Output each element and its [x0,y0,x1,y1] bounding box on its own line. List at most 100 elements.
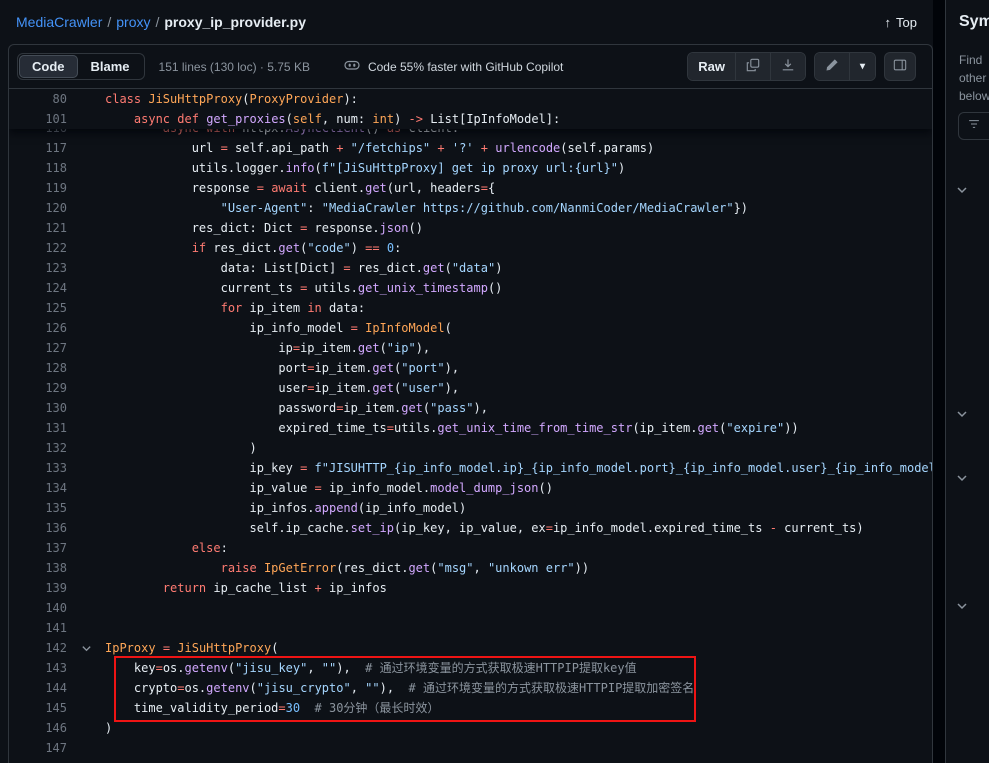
chevron-down-icon [956,599,968,617]
fold-gutter [67,178,105,198]
file-meta: 151 lines (130 loc) · 5.75 KB [159,60,310,74]
edit-button[interactable] [815,53,849,80]
line-number[interactable]: 121 [9,218,67,238]
line-number[interactable]: 142 [9,638,67,658]
chevron-down-icon [956,407,968,425]
line-number[interactable]: 143 [9,658,67,678]
fold-gutter [67,258,105,278]
tab-code[interactable]: Code [19,55,78,78]
code-line: 122 if res_dict.get("code") == 0: [9,238,932,258]
breadcrumb-repo-link[interactable]: MediaCrawler [16,14,102,30]
code-line: 141 [9,618,932,638]
fold-gutter [67,718,105,738]
line-number[interactable]: 135 [9,498,67,518]
line-number[interactable]: 126 [9,318,67,338]
line-number[interactable]: 133 [9,458,67,478]
copilot-banner[interactable]: Code 55% faster with GitHub Copilot [344,57,563,76]
line-number[interactable]: 136 [9,518,67,538]
copy-icon [746,58,760,75]
panel-resize-divider[interactable] [933,0,945,763]
fold-gutter [67,238,105,258]
fold-gutter [67,358,105,378]
line-number[interactable]: 123 [9,258,67,278]
line-number[interactable]: 146 [9,718,67,738]
symbols-filter-input[interactable] [958,112,989,140]
fold-gutter [67,598,105,618]
code-area: 80class JiSuHttpProxy(ProxyProvider):101… [9,89,932,763]
fold-gutter [67,318,105,338]
line-number[interactable]: 80 [9,89,67,109]
line-number[interactable]: 122 [9,238,67,258]
line-number[interactable]: 127 [9,338,67,358]
fold-gutter [67,738,105,758]
code-line: 146) [9,718,932,738]
line-number[interactable]: 130 [9,398,67,418]
line-number[interactable]: 147 [9,738,67,758]
symbol-tree-item[interactable] [956,470,989,490]
line-number[interactable]: 124 [9,278,67,298]
line-number[interactable]: 141 [9,618,67,638]
fold-gutter [67,618,105,638]
code-text: expired_time_ts=utils.get_unix_time_from… [105,418,932,438]
fold-gutter [67,398,105,418]
fold-gutter [67,438,105,458]
code-view-column: MediaCrawler / proxy / proxy_ip_provider… [0,0,933,763]
tab-blame[interactable]: Blame [78,55,143,78]
code-line: 143 key=os.getenv("jisu_key", ""), # 通过环… [9,658,932,678]
code-text: url = self.api_path + "/fetchips" + '?' … [105,138,932,158]
code-text: if res_dict.get("code") == 0: [105,238,932,258]
code-text: "User-Agent": "MediaCrawler https://gith… [105,198,932,218]
line-number[interactable]: 140 [9,598,67,618]
code-text: ip_info_model = IpInfoModel( [105,318,932,338]
line-number[interactable]: 134 [9,478,67,498]
line-number[interactable]: 128 [9,358,67,378]
fold-gutter [67,198,105,218]
symbols-panel-title: Sym [959,13,989,31]
symbols-panel-description-line: Find [959,51,989,69]
code-text [105,738,932,758]
line-number[interactable]: 137 [9,538,67,558]
code-text: port=ip_item.get("port"), [105,358,932,378]
line-number[interactable]: 131 [9,418,67,438]
line-number[interactable]: 120 [9,198,67,218]
line-number[interactable]: 144 [9,678,67,698]
fold-chevron-icon[interactable] [67,638,105,658]
line-number[interactable]: 129 [9,378,67,398]
line-number[interactable]: 125 [9,298,67,318]
code-line: 134 ip_value = ip_info_model.model_dump_… [9,478,932,498]
symbols-panel-toggle-button[interactable] [884,52,916,81]
code-line: 118 utils.logger.info(f"[JiSuHttpProxy] … [9,158,932,178]
code-lines: 116 async with httpx.AsyncClient() as cl… [9,118,932,758]
breadcrumb-separator: / [155,14,159,30]
code-line: 145 time_validity_period=30 # 30分钟（最长时效） [9,698,932,718]
back-to-top-button[interactable]: ↑ Top [885,15,917,30]
symbols-panel-description-line: other [959,69,989,87]
code-line: 117 url = self.api_path + "/fetchips" + … [9,138,932,158]
line-number[interactable]: 138 [9,558,67,578]
line-number[interactable]: 132 [9,438,67,458]
line-number[interactable]: 117 [9,138,67,158]
code-text: IpProxy = JiSuHttpProxy( [105,638,932,658]
copilot-banner-text: Code 55% faster with GitHub Copilot [368,60,563,74]
code-line: 131 expired_time_ts=utils.get_unix_time_… [9,418,932,438]
copy-raw-button[interactable] [735,53,770,80]
code-line: 129 user=ip_item.get("user"), [9,378,932,398]
symbol-tree-item[interactable] [956,406,989,426]
line-number[interactable]: 101 [9,109,67,129]
line-number[interactable]: 119 [9,178,67,198]
raw-button[interactable]: Raw [688,53,735,80]
fold-gutter [67,418,105,438]
breadcrumb-folder-link[interactable]: proxy [116,14,150,30]
symbol-tree-item[interactable] [956,598,989,618]
code-text: utils.logger.info(f"[JiSuHttpProxy] get … [105,158,932,178]
line-number[interactable]: 145 [9,698,67,718]
download-raw-button[interactable] [770,53,805,80]
code-line: 135 ip_infos.append(ip_info_model) [9,498,932,518]
symbol-tree-item[interactable] [956,182,989,202]
code-line: 125 for ip_item in data: [9,298,932,318]
edit-dropdown-button[interactable]: ▾ [849,53,875,80]
line-number[interactable]: 139 [9,578,67,598]
pencil-icon [825,58,839,75]
fold-gutter [67,578,105,598]
line-number[interactable]: 118 [9,158,67,178]
